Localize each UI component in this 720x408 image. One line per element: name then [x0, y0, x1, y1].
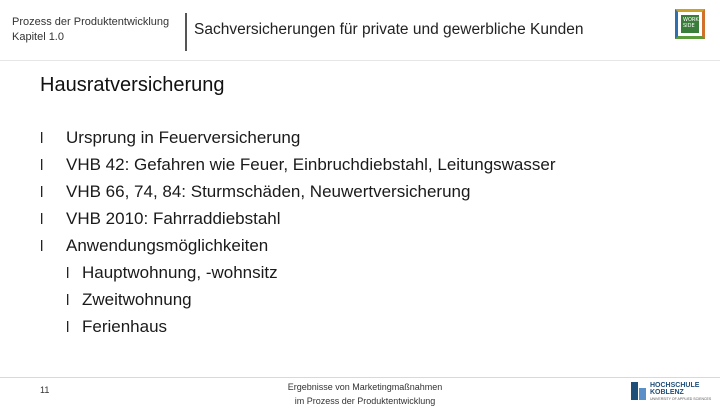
bullet-item: l VHB 66, 74, 84: Sturmschäden, Neuwertve… [40, 178, 556, 205]
footer-caption: Ergebnisse von Marketingmaßnahmen im Pro… [240, 380, 490, 408]
bullet-marker: l [40, 157, 44, 174]
bullet-marker: l [40, 184, 44, 201]
chapter-course: Prozess der Produktentwicklung [12, 16, 170, 28]
university-logo-sub: UNIVERSITY OF APPLIED SCIENCES [650, 397, 712, 401]
bullet-item: l Anwendungsmöglichkeiten [40, 232, 556, 259]
bullet-text: Hauptwohnung, -wohnsitz [82, 263, 278, 282]
section-heading: Hausratversicherung [40, 74, 225, 96]
slide-title: Sachversicherungen für private und gewer… [194, 21, 584, 38]
bullet-item: l VHB 2010: Fahrraddiebstahl [40, 205, 556, 232]
sub-bullet-item: l Hauptwohnung, -wohnsitz [40, 259, 556, 286]
bullet-item: l VHB 42: Gefahren wie Feuer, Einbruchdie… [40, 151, 556, 178]
bullet-text: VHB 2010: Fahrraddiebstahl [66, 209, 281, 228]
bullet-marker: l [66, 292, 70, 309]
bullet-text: VHB 66, 74, 84: Sturmschäden, Neuwertver… [66, 182, 471, 201]
bullet-marker: l [66, 265, 70, 282]
header-divider [185, 13, 187, 51]
footer-rule [0, 377, 720, 378]
university-logo-line1: HOCHSCHULE [650, 382, 700, 389]
bullet-text: VHB 42: Gefahren wie Feuer, Einbruchdieb… [66, 155, 556, 174]
university-logo-line2: KOBLENZ [650, 389, 684, 396]
footer-caption-line2: im Prozess der Produktentwicklung [294, 396, 436, 406]
brand-logo-icon: WORK SIDE [675, 9, 705, 39]
bullet-item: l Ursprung in Feuerversicherung [40, 124, 556, 151]
footer-caption-line1: Ergebnisse von Marketingmaßnahmen [287, 382, 443, 392]
bullet-text: Ursprung in Feuerversicherung [66, 128, 301, 147]
chapter-info: Prozess der Produktentwicklung Kapitel 1… [12, 15, 169, 45]
bullet-marker: l [40, 130, 44, 147]
brand-logo-text: WORK SIDE [683, 17, 699, 29]
bullet-marker: l [40, 238, 44, 255]
bullet-text: Anwendungsmöglichkeiten [66, 236, 269, 255]
university-logo: HOCHSCHULE KOBLENZ UNIVERSITY OF APPLIED… [631, 382, 711, 402]
bullet-list: l Ursprung in Feuerversicherung l VHB 42: … [40, 124, 556, 340]
header-rule [0, 60, 720, 61]
bullet-text: Ferienhaus [82, 317, 168, 336]
bullet-marker: l [40, 211, 44, 228]
university-logo-icon [631, 382, 646, 400]
bullet-text: Zweitwohnung [82, 290, 192, 309]
sub-bullet-item: l Ferienhaus [40, 313, 556, 340]
page-number: 11 [40, 385, 50, 395]
bullet-marker: l [66, 319, 70, 336]
chapter-number: Kapitel 1.0 [12, 31, 64, 43]
sub-bullet-item: l Zweitwohnung [40, 286, 556, 313]
